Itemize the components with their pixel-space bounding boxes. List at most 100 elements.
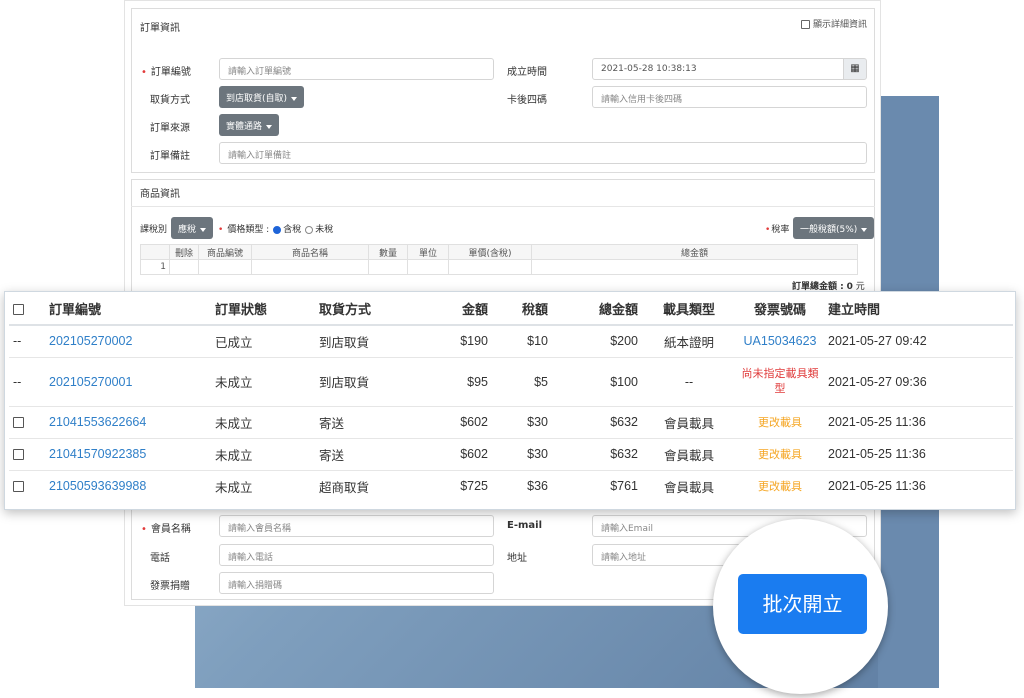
select-all-checkbox[interactable] [13,303,24,315]
order-tax: $30 [492,437,552,470]
col-unit-price: 單價(含稅) [448,244,532,260]
order-carrier: 會員載具 [642,437,736,470]
order-total: $100 [552,356,642,406]
order-link[interactable]: 202105270002 [45,324,211,357]
invoice-warning-link[interactable]: 尚未指定載具類型 [736,356,824,406]
col-total: 總金額 [531,244,858,260]
calendar-button[interactable]: ▦ [843,58,867,80]
phone-input[interactable]: 請輸入電話 [219,544,494,566]
price-excl-radio[interactable] [305,225,314,234]
row-select: -- [9,356,45,406]
change-carrier-link[interactable]: 更改載具 [736,437,824,470]
order-status: 未成立 [211,405,315,438]
header-created: 建立時間 [824,292,1013,326]
order-link[interactable]: 21050593639988 [45,469,211,502]
order-link[interactable]: 21041553622664 [45,405,211,438]
tax-type-dropdown[interactable]: 應稅 [171,217,214,239]
caret-down-icon [861,227,868,232]
phone-label: 電話 [150,553,170,564]
tax-type-label: 課稅別 [140,225,168,235]
order-pickup: 到店取貨 [315,356,421,406]
order-total: $761 [552,469,642,502]
product-info-title: 商品資訊 [140,189,180,200]
order-carrier: 會員載具 [642,405,736,438]
header-order-no: 訂單編號 [45,292,211,326]
header-tax: 稅額 [492,292,552,326]
show-details-label: 顯示詳細資訊 [813,20,868,30]
order-link[interactable]: 21041570922385 [45,437,211,470]
order-link[interactable]: 202105270001 [45,356,211,406]
header-amount: 金額 [421,292,492,326]
row-checkbox[interactable] [13,481,24,493]
order-tax: $5 [492,356,552,406]
order-tax: $10 [492,324,552,357]
address-label: 地址 [507,553,527,564]
order-amount: $190 [421,324,492,357]
donation-input[interactable]: 請輸入捐贈碼 [219,572,494,594]
source-dropdown[interactable]: 實體通路 [219,114,280,136]
orders-table-panel: 訂單編號 訂單狀態 取貨方式 金額 稅額 總金額 載具類型 發票號碼 建立時間 … [4,291,1016,510]
order-created: 2021-05-25 11:36 [824,405,1013,438]
header-total: 總金額 [552,292,642,326]
note-input[interactable]: 請輸入訂單備註 [219,142,867,164]
source-label: 訂單來源 [150,123,190,134]
card-last4-label: 卡後四碼 [507,95,547,106]
order-no-label: • 訂單編號 [141,67,191,78]
row-checkbox[interactable] [13,417,24,429]
header-pickup: 取貨方式 [315,292,421,326]
table-row: -- 202105270002 已成立 到店取貨 $190 $10 $200 紙… [9,324,1013,357]
order-carrier: 會員載具 [642,469,736,502]
orders-table: 訂單編號 訂單狀態 取貨方式 金額 稅額 總金額 載具類型 發票號碼 建立時間 … [9,292,1013,502]
order-created: 2021-05-25 11:36 [824,469,1013,502]
order-no-input[interactable]: 請輸入訂單編號 [219,58,494,80]
table-row: 21050593639988 未成立 超商取貨 $725 $36 $761 會員… [9,469,1013,502]
batch-issue-button[interactable]: 批次開立 [738,574,867,634]
table-row: 1 [140,259,858,275]
divider [131,206,875,207]
donation-label: 發票捐贈 [150,581,190,592]
show-details-toggle[interactable]: 顯示詳細資訊 [801,17,867,30]
order-status: 未成立 [211,469,315,502]
order-created: 2021-05-27 09:36 [824,356,1013,406]
invoice-link[interactable]: UA15034623 [736,324,824,357]
price-incl-radio[interactable] [273,225,282,234]
caret-down-icon [200,227,207,232]
caret-down-icon [291,96,298,101]
product-table: 刪除 商品編號 商品名稱 數量 單位 單價(含稅) 總金額 1 [140,244,858,275]
order-carrier: 紙本證明 [642,324,736,357]
order-pickup: 超商取貨 [315,469,421,502]
order-total: $632 [552,437,642,470]
row-checkbox[interactable] [13,449,24,461]
header-carrier: 載具類型 [642,292,736,326]
product-info-card [131,179,875,297]
col-qty: 數量 [368,244,408,260]
tax-rate-dropdown[interactable]: 一般稅額(5%) [793,217,875,239]
order-info-title: 訂單資訊 [140,23,180,34]
show-details-checkbox[interactable] [801,20,810,29]
order-created: 2021-05-25 11:36 [824,437,1013,470]
order-created: 2021-05-27 09:42 [824,324,1013,357]
table-row: 21041553622664 未成立 寄送 $602 $30 $632 會員載具… [9,405,1013,438]
change-carrier-link[interactable]: 更改載具 [736,405,824,438]
order-total: $200 [552,324,642,357]
change-carrier-link[interactable]: 更改載具 [736,469,824,502]
tax-rate-label: •稅率 [765,225,790,235]
address-input[interactable]: 請輸入地址 [592,544,742,566]
order-tax: $36 [492,469,552,502]
member-name-label: • 會員名稱 [141,524,191,535]
order-status: 未成立 [211,356,315,406]
col-product-no: 商品編號 [198,244,252,260]
order-status: 未成立 [211,437,315,470]
pickup-dropdown[interactable]: 到店取貨(自取) [219,86,305,108]
created-time-input[interactable]: 2021-05-28 10:38:13 [592,58,844,80]
member-name-input[interactable]: 請輸入會員名稱 [219,515,494,537]
note-label: 訂單備註 [150,151,190,162]
col-unit: 單位 [407,244,449,260]
header-invoice: 發票號碼 [736,292,824,326]
order-total: $632 [552,405,642,438]
order-pickup: 到店取貨 [315,324,421,357]
card-last4-input[interactable]: 請輸入信用卡後四碼 [592,86,867,108]
col-delete: 刪除 [169,244,199,260]
col-product-name: 商品名稱 [251,244,369,260]
price-type-group: • 價格類型 : 含稅 未稅 [218,225,334,235]
